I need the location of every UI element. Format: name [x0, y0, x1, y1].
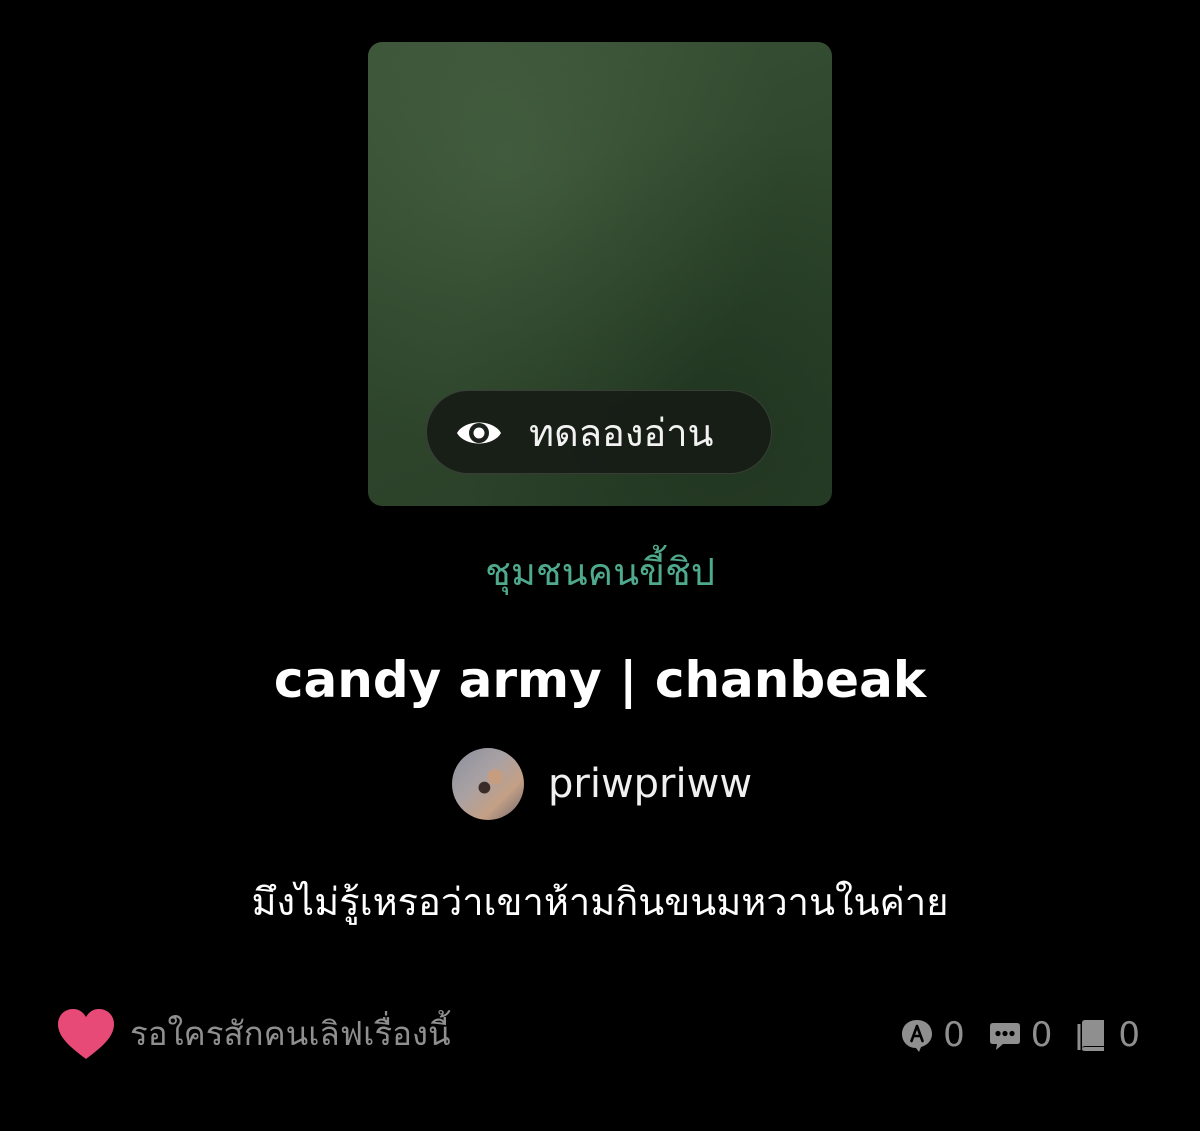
comment-count: 0	[987, 1013, 1053, 1057]
story-cover[interactable]: ทดลองอ่าน	[368, 42, 832, 506]
preview-read-label: ทดลองอ่าน	[529, 411, 714, 455]
love-prompt-text: รอใครสักคนเลิฟเรื่องนี้	[130, 1014, 451, 1053]
preview-read-button[interactable]: ทดลองอ่าน	[426, 390, 772, 474]
eye-icon	[457, 422, 501, 444]
author-name[interactable]: priwpriww	[548, 756, 752, 812]
story-synopsis: มึงไม่รู้เหรอว่าเขาห้ามกินขนมหวานในค่าย	[251, 880, 949, 924]
comment-count-value: 0	[1030, 1015, 1053, 1055]
read-count-value: 0	[943, 1015, 965, 1055]
story-stats: 0 0 0	[877, 1012, 1140, 1058]
chapter-count: 0	[1074, 1013, 1140, 1057]
read-count: 0	[899, 1013, 965, 1057]
heart-icon[interactable]	[56, 1007, 116, 1061]
love-section: รอใครสักคนเลิฟเรื่องนี้	[56, 1004, 451, 1064]
chapter-count-value: 0	[1118, 1015, 1140, 1055]
author-avatar[interactable]	[452, 748, 524, 820]
story-title: candy army | chanbeak	[273, 651, 927, 709]
author-link[interactable]: priwpriww	[452, 747, 752, 821]
story-category[interactable]: ชุมชนคนขี้ชิป	[0, 544, 1200, 600]
comment-icon	[989, 1023, 1020, 1050]
read-count-icon	[902, 1020, 933, 1052]
book-icon	[1077, 1020, 1105, 1051]
